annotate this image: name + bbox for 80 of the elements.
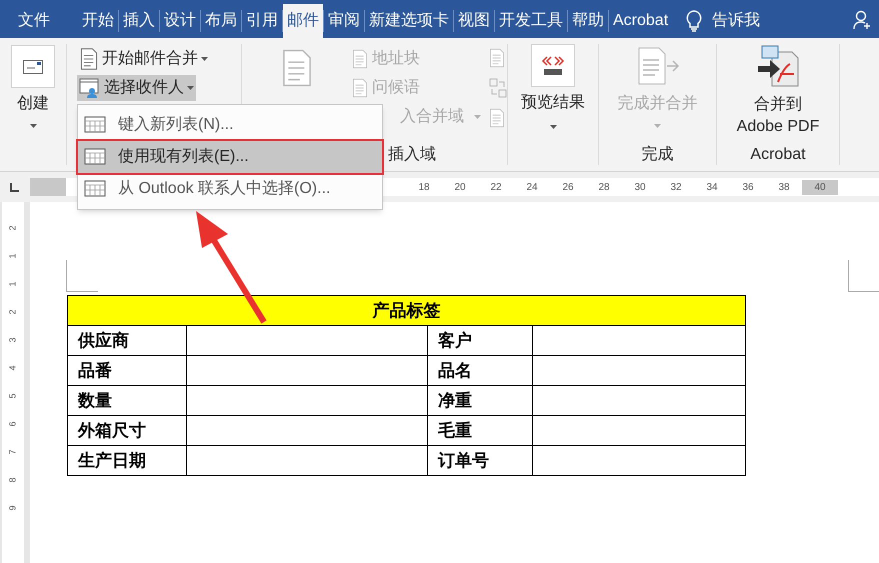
caret-icon: [201, 57, 208, 61]
table-cell: 生产日期: [68, 446, 186, 476]
table-cell: 外箱尺寸: [68, 416, 186, 446]
ruler-number: 24: [525, 180, 539, 194]
document-icon: [352, 49, 368, 69]
ribbon-tab[interactable]: 审阅: [324, 4, 364, 38]
caret-icon: [187, 86, 194, 90]
ruler-number: 7: [7, 450, 19, 454]
table-cell: 数量: [68, 386, 186, 416]
menu-item[interactable]: 使用现有列表(E)...: [78, 141, 382, 173]
ribbon-tab[interactable]: 开发工具: [495, 4, 567, 38]
ruler-number: 28: [597, 180, 611, 194]
ruler-number: 26: [561, 180, 575, 194]
ruler-number: 9: [7, 506, 19, 510]
merge-to-pdf-button[interactable]: 合并到 Adobe PDF: [736, 44, 820, 138]
ruler-number: 30: [633, 180, 647, 194]
ribbon-tab[interactable]: 插入: [119, 4, 159, 38]
abc-preview-icon: [531, 44, 575, 87]
table-cell: 毛重: [428, 416, 532, 446]
table-cell: 品番: [68, 356, 186, 386]
ruler-number: 20: [453, 180, 467, 194]
lightbulb-icon: [686, 10, 702, 32]
pdf-merge-icon: [756, 44, 800, 88]
people-list-icon: [79, 78, 101, 98]
table-cell: 订单号: [428, 446, 532, 476]
ribbon-tab[interactable]: 引用: [242, 4, 282, 38]
ruler-number: 36: [741, 180, 755, 194]
table-cell: 客户: [428, 326, 532, 356]
list-icon: [84, 148, 106, 166]
table-cell: 净重: [428, 386, 532, 416]
caret-icon: [654, 124, 661, 128]
ruler-number: 18: [417, 180, 431, 194]
document-icon: [79, 48, 99, 70]
document-icon: [352, 78, 368, 98]
ribbon-tab[interactable]: 新建选项卡: [365, 4, 453, 38]
ruler-number: 2: [7, 226, 19, 230]
group-label: 完成: [642, 144, 674, 165]
caret-icon: [550, 125, 556, 129]
update-labels-icon: [489, 78, 507, 98]
envelope-icon: [23, 60, 43, 74]
preview-results-button[interactable]: 预览结果: [521, 44, 585, 115]
ribbon-tab[interactable]: 设计: [160, 4, 200, 38]
ruler-number: 6: [7, 422, 19, 426]
ribbon-tab[interactable]: 文件: [2, 4, 66, 38]
document-icon: [489, 48, 505, 68]
menu-item[interactable]: 从 Outlook 联系人中选择(O)...: [78, 173, 382, 205]
table-header-cell: 产品标签: [68, 296, 746, 326]
ribbon-tab[interactable]: Acrobat: [609, 4, 672, 38]
table-cell: 供应商: [68, 326, 186, 356]
document-icon: [489, 108, 505, 128]
list-icon: [84, 116, 106, 134]
list-icon: [84, 180, 106, 198]
select-recipients-button[interactable]: 选择收件人: [77, 75, 196, 101]
document-icon: [281, 48, 313, 88]
ruler-number: 3: [7, 338, 19, 342]
ruler-number: 8: [7, 478, 19, 482]
caret-icon: [30, 124, 36, 128]
ruler-number: 34: [705, 180, 719, 194]
table-cell: 品名: [428, 356, 532, 386]
ruler-margin: [30, 178, 66, 196]
ribbon-tab[interactable]: 邮件: [283, 4, 323, 38]
ribbon-tab[interactable]: 开始: [78, 4, 118, 38]
group-label: Acrobat: [750, 145, 806, 165]
ruler-number: 22: [489, 180, 503, 194]
tab-stop-icon[interactable]: [10, 182, 18, 192]
share-person-icon[interactable]: [853, 10, 873, 30]
ruler-number: 1: [7, 282, 19, 286]
ruler-number: 38: [777, 180, 791, 194]
ribbon-tab[interactable]: 视图: [454, 4, 494, 38]
ruler-number: 2: [7, 310, 19, 314]
ribbon-tab[interactable]: 布局: [201, 4, 241, 38]
ruler-number: 5: [7, 394, 19, 398]
ruler-number: 1: [7, 254, 19, 258]
ruler-number: 4: [7, 366, 19, 370]
caret-icon: [474, 115, 481, 119]
ribbon-tab[interactable]: 帮助: [568, 4, 608, 38]
ruler-number: 40: [802, 180, 838, 194]
ruler-number: 32: [669, 180, 683, 194]
tell-me-button[interactable]: 告诉我: [712, 9, 760, 33]
start-mail-merge-button[interactable]: 开始邮件合并: [77, 46, 210, 72]
